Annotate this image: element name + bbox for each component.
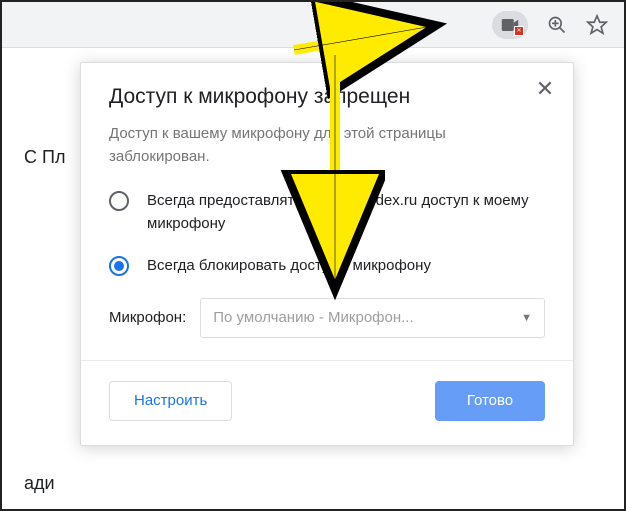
divider <box>81 360 573 361</box>
microphone-dropdown[interactable]: По умолчанию - Микрофон... ▼ <box>200 298 545 338</box>
browser-toolbar <box>2 2 624 48</box>
manage-button[interactable]: Настроить <box>109 381 232 421</box>
done-button[interactable]: Готово <box>435 381 545 421</box>
popup-title: Доступ к микрофону запрещен <box>109 85 545 109</box>
dropdown-value: По умолчанию - Микрофон... <box>213 309 413 326</box>
radio-option-allow[interactable]: Всегда предоставлять https://yandex.ru д… <box>109 190 545 235</box>
camera-blocked-indicator[interactable] <box>492 11 528 39</box>
radio-label: Всегда блокировать доступ к микрофону <box>147 255 431 278</box>
button-row: Настроить Готово <box>109 381 545 421</box>
star-icon <box>586 14 608 36</box>
radio-label: Всегда предоставлять https://yandex.ru д… <box>147 190 545 235</box>
close-icon: ✕ <box>536 76 554 102</box>
radio-icon-selected <box>109 256 129 276</box>
microphone-dropdown-row: Микрофон: По умолчанию - Микрофон... ▼ <box>109 298 545 338</box>
radio-inner-dot <box>114 261 124 271</box>
close-button[interactable]: ✕ <box>533 77 557 101</box>
zoom-icon <box>547 15 567 35</box>
dropdown-label: Микрофон: <box>109 309 186 326</box>
popup-subtitle: Доступ к вашему микрофону для этой стран… <box>109 123 545 168</box>
background-text: С Пл <box>24 147 65 168</box>
blocked-badge-icon <box>514 26 524 36</box>
microphone-permission-popup: ✕ Доступ к микрофону запрещен Доступ к в… <box>80 62 574 446</box>
chevron-down-icon: ▼ <box>521 312 532 324</box>
background-text: ади <box>24 473 55 494</box>
zoom-button[interactable] <box>546 14 568 36</box>
bookmark-button[interactable] <box>586 14 608 36</box>
radio-option-block[interactable]: Всегда блокировать доступ к микрофону <box>109 255 545 278</box>
radio-icon <box>109 191 129 211</box>
